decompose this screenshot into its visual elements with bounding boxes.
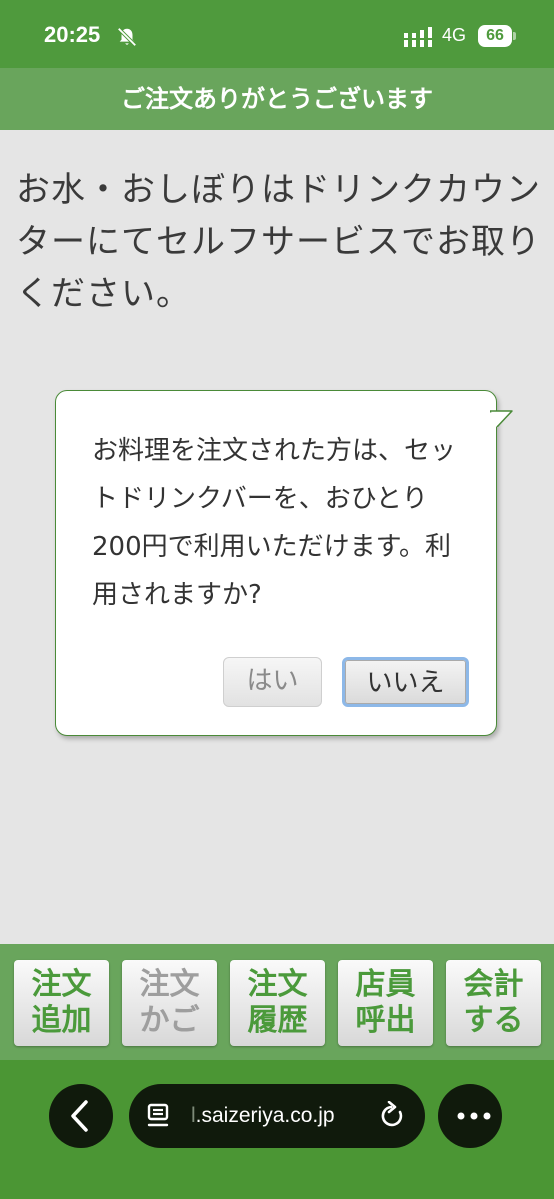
notice-text: お水・おしぼりはドリンクカウンターにてセルフサービスでお取りください。 [16,170,541,314]
order-cart-label-1: 注文 [139,967,200,1002]
dialog-message: お料理を注文された方は、セットドリンクバーを、おひとり200円で利用いただけます… [92,436,457,610]
yes-button[interactable]: はい [223,657,322,707]
address-bar[interactable]: l.saizeriya.co.jp [129,1084,425,1148]
more-icon [457,1112,491,1120]
reload-icon[interactable] [379,1101,407,1131]
network-type: 4G [442,25,467,45]
more-options-button[interactable] [438,1084,502,1148]
checkout-button[interactable]: 会計 する [446,960,541,1046]
call-staff-label-2: 呼出 [355,1003,416,1038]
add-order-label-1: 注文 [31,967,92,1002]
call-staff-button[interactable]: 店員 呼出 [338,960,433,1046]
signal-icon [404,27,432,47]
back-button[interactable] [49,1084,113,1148]
battery-icon: 66 [478,25,512,47]
battery-tip [513,32,516,40]
drink-bar-dialog: お料理を注文された方は、セットドリンクバーを、おひとり200円で利用いただけます… [55,390,497,736]
order-history-label-2: 履歴 [247,1003,308,1038]
bell-muted-icon [117,27,137,47]
url-text: l.saizeriya.co.jp [191,1084,335,1148]
order-history-button[interactable]: 注文 履歴 [230,960,325,1046]
call-staff-label-1: 店員 [355,967,416,1002]
dialog-tail [490,410,513,427]
order-cart-button[interactable]: 注文 かご [122,960,217,1046]
status-time: 20:25 [44,22,101,47]
add-order-button[interactable]: 注文 追加 [14,960,109,1046]
order-history-label-1: 注文 [247,967,308,1002]
no-button[interactable]: いいえ [342,657,469,707]
back-arrow-icon [71,1100,88,1132]
checkout-label-2: する [463,1003,524,1038]
browser-toolbar: l.saizeriya.co.jp [0,1060,554,1199]
status-bar: 20:25 4G 66 [0,0,554,68]
tabs-icon [147,1103,169,1127]
page-title: ご注文ありがとうございます [0,68,554,130]
order-cart-label-2: かご [139,1003,200,1038]
add-order-label-2: 追加 [31,1003,92,1038]
url-domain: .saizeriya.co.jp [195,1104,335,1127]
checkout-label-1: 会計 [463,967,524,1002]
bottom-nav: 注文 追加 注文 かご 注文 履歴 店員 呼出 会計 する [0,944,554,1060]
